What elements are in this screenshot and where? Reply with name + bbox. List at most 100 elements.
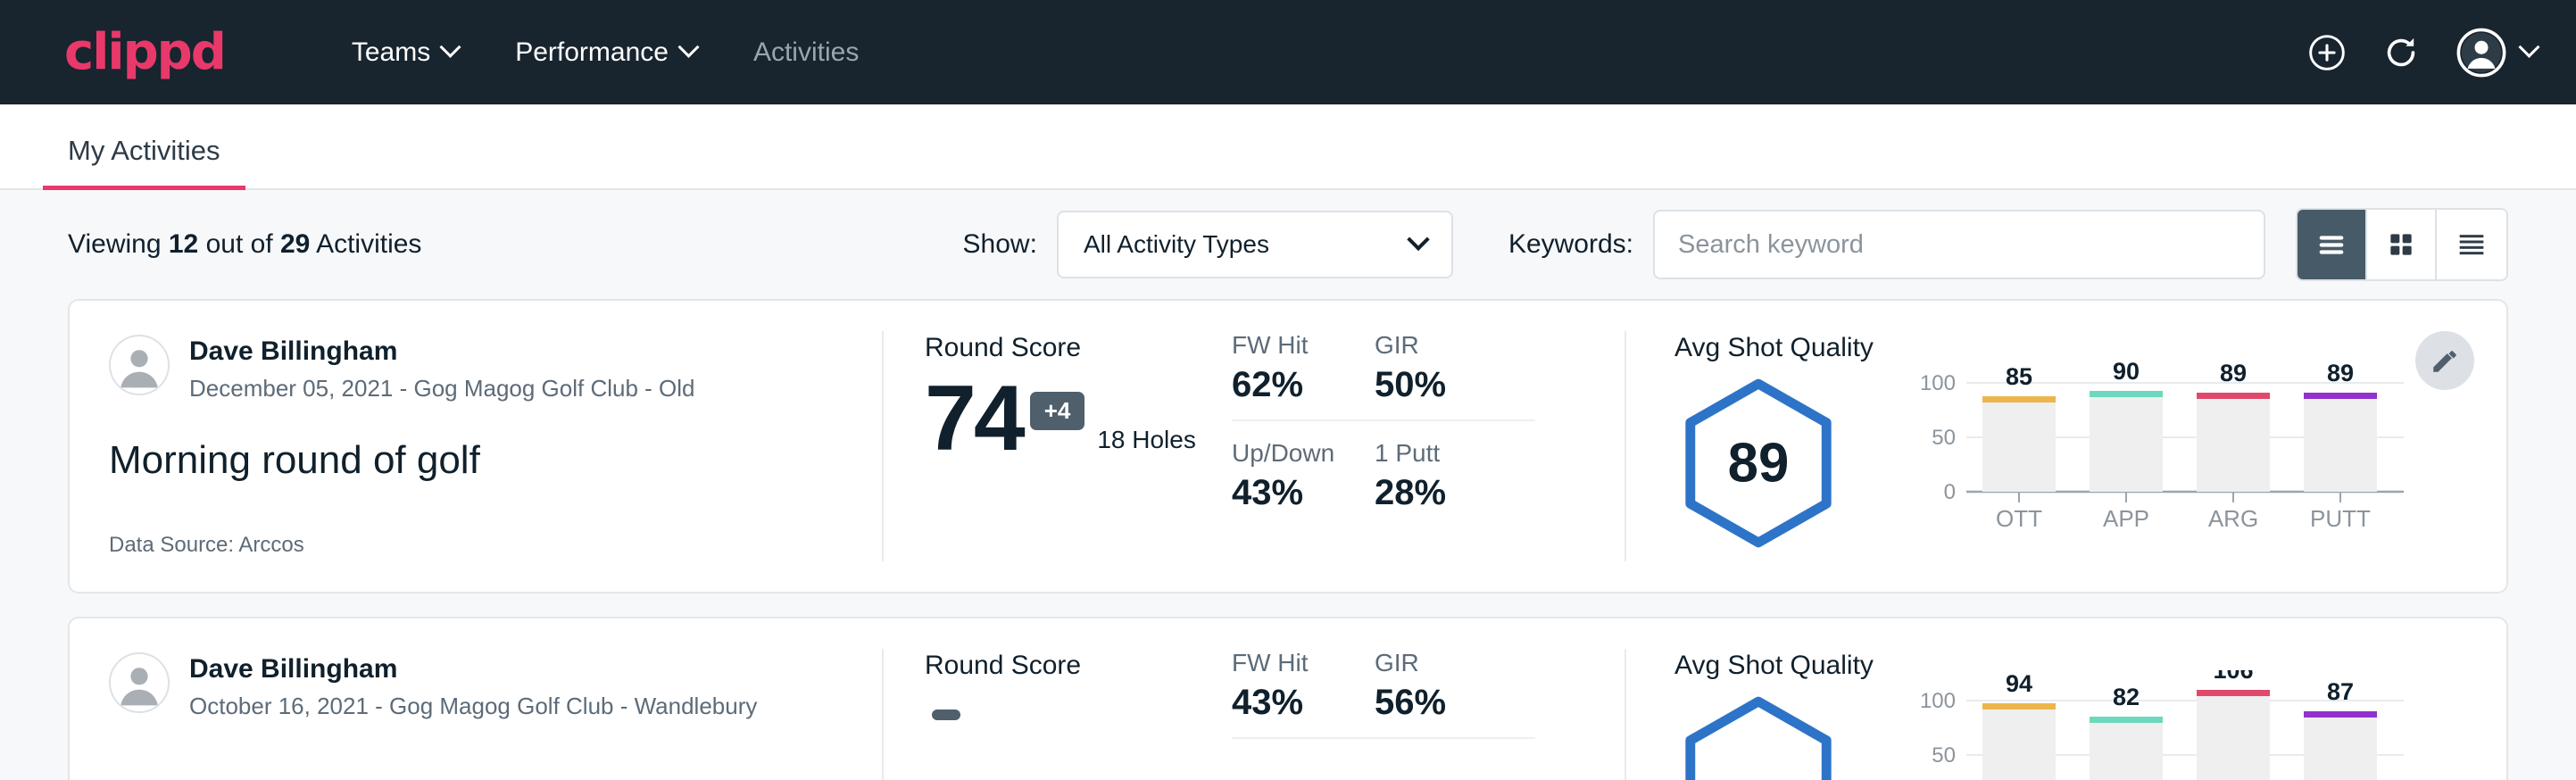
- y-tick-100: 100: [1920, 689, 1956, 713]
- stat-value: 43%: [1232, 473, 1375, 513]
- chevron-down-icon: [2518, 37, 2539, 58]
- plus-circle-icon: [2307, 33, 2347, 72]
- bar-cap-putt: [2304, 711, 2377, 718]
- bar-arg: [2197, 396, 2270, 492]
- avatar: [109, 335, 170, 395]
- y-tick-0: 0: [1944, 480, 1956, 504]
- activity-meta: October 16, 2021 - Gog Magog Golf Club -…: [189, 693, 757, 720]
- chevron-down-icon: [1407, 228, 1429, 251]
- nav-item-teams[interactable]: Teams: [323, 37, 486, 68]
- bar-value-arg: 106: [2213, 670, 2253, 684]
- stat-up-down: Up/Down 43%: [1232, 439, 1375, 527]
- quality-score: 89: [1728, 433, 1790, 494]
- bar-arg: [2197, 693, 2270, 780]
- quality-hexagon: [1674, 693, 1874, 780]
- bar-chart: 100 50 0 85 90: [1915, 353, 2414, 540]
- activity-title: Morning round of golf: [109, 438, 843, 483]
- viewing-summary: Viewing 12 out of 29 Activities: [68, 229, 421, 260]
- score-to-par-badge: +4: [1030, 392, 1085, 430]
- bar-cap-ott: [1982, 396, 2056, 402]
- round-score-section: Round Score: [884, 618, 1232, 780]
- bar-putt: [2304, 715, 2377, 780]
- activity-type-select[interactable]: All Activity Types: [1057, 211, 1453, 278]
- x-label-app: APP: [2103, 505, 2149, 532]
- bar-app: [2090, 720, 2163, 780]
- holes-played: 18 Holes: [1097, 426, 1196, 454]
- bar-cap-app: [2090, 391, 2163, 397]
- y-tick-50: 50: [1932, 743, 1956, 768]
- bar-chart: 100 50 0 94 82 106: [1915, 670, 2414, 780]
- bar-cap-putt: [2304, 393, 2377, 399]
- account-menu[interactable]: [2456, 27, 2537, 79]
- nav-item-label: Teams: [352, 37, 430, 68]
- view-mode-grid[interactable]: [2367, 210, 2437, 279]
- stat-gir: GIR 56%: [1375, 649, 1535, 739]
- grid-view-icon: [2383, 227, 2419, 262]
- top-navbar: clippd Teams Performance Activities: [0, 0, 2576, 104]
- bar-value-arg: 89: [2220, 360, 2247, 386]
- bar-cap-ott: [1982, 703, 2056, 709]
- viewing-count: 12: [169, 229, 198, 259]
- brand-logo[interactable]: clippd: [64, 23, 225, 81]
- stat-fw-hit: FW Hit 43%: [1232, 649, 1375, 739]
- viewing-mid: out of: [206, 229, 273, 259]
- activity-info: Dave Billingham October 16, 2021 - Gog M…: [70, 618, 882, 780]
- tab-bar: My Activities: [0, 104, 2576, 190]
- bar-cap-arg: [2197, 690, 2270, 696]
- tab-label: My Activities: [68, 135, 220, 166]
- nav-item-performance[interactable]: Performance: [486, 37, 725, 68]
- stats-section: FW Hit 43% GIR 56%: [1232, 618, 1625, 780]
- bar-value-app: 90: [2113, 358, 2140, 385]
- activity-card[interactable]: Dave Billingham October 16, 2021 - Gog M…: [68, 617, 2508, 780]
- page-body: Viewing 12 out of 29 Activities Show: Al…: [0, 190, 2576, 780]
- hexagon-icon: 89: [1674, 376, 1842, 551]
- x-label-arg: ARG: [2208, 505, 2258, 532]
- bar-ott: [1982, 707, 2056, 780]
- stat-label: 1 Putt: [1375, 439, 1535, 468]
- view-mode-compact[interactable]: [2437, 210, 2506, 279]
- list-view-icon: [2314, 227, 2349, 262]
- stat-label: Up/Down: [1232, 439, 1375, 468]
- stat-label: FW Hit: [1232, 331, 1342, 360]
- stat-value: 56%: [1375, 683, 1503, 723]
- round-score-section: Round Score 74 +4 18 Holes: [884, 301, 1232, 592]
- stat-label: FW Hit: [1232, 649, 1342, 677]
- primary-nav: Teams Performance Activities: [323, 37, 887, 68]
- user-name: Dave Billingham: [189, 336, 695, 368]
- view-mode-list[interactable]: [2298, 210, 2367, 279]
- shot-quality-chart: 100 50 0 94 82 106: [1915, 670, 2414, 780]
- stat-value: 28%: [1375, 473, 1535, 513]
- y-tick-100: 100: [1920, 371, 1956, 395]
- add-button[interactable]: [2307, 33, 2347, 72]
- stat-label: GIR: [1375, 649, 1503, 677]
- refresh-button[interactable]: [2381, 32, 2422, 73]
- stat-one-putt: 1 Putt 28%: [1375, 439, 1535, 527]
- user-text: Dave Billingham October 16, 2021 - Gog M…: [189, 652, 757, 720]
- bar-putt: [2304, 396, 2377, 492]
- bar-cap-app: [2090, 717, 2163, 723]
- stats-grid: FW Hit 62% GIR 50% Up/Down 43% 1 Putt 28…: [1232, 331, 1625, 527]
- activity-user: Dave Billingham December 05, 2021 - Gog …: [109, 335, 843, 402]
- stat-fw-hit: FW Hit 62%: [1232, 331, 1375, 421]
- filter-bar: Viewing 12 out of 29 Activities Show: Al…: [68, 190, 2508, 299]
- round-score-label: Round Score: [925, 333, 1232, 363]
- quality-hexagon: 89: [1674, 376, 1874, 555]
- stat-value: 62%: [1232, 365, 1342, 405]
- edit-activity-button[interactable]: [2415, 331, 2474, 390]
- user-avatar-icon: [111, 336, 168, 394]
- round-score-row: [925, 690, 1232, 751]
- stat-value: 50%: [1375, 365, 1503, 405]
- activity-card[interactable]: Dave Billingham December 05, 2021 - Gog …: [68, 299, 2508, 593]
- quality-hex-block: Avg Shot Quality: [1674, 651, 1874, 780]
- tab-my-activities[interactable]: My Activities: [43, 135, 245, 188]
- bar-value-putt: 89: [2327, 360, 2354, 386]
- shot-quality-chart: 100 50 0 85 90: [1915, 353, 2414, 592]
- search-input[interactable]: [1653, 210, 2265, 279]
- y-tick-50: 50: [1932, 426, 1956, 450]
- avg-shot-quality-section: Avg Shot Quality 100 50 0: [1626, 618, 2506, 780]
- activity-user: Dave Billingham October 16, 2021 - Gog M…: [109, 652, 843, 720]
- nav-item-activities[interactable]: Activities: [725, 37, 887, 68]
- chevron-down-icon: [440, 37, 461, 58]
- hexagon-icon: [1674, 693, 1842, 780]
- activity-meta: December 05, 2021 - Gog Magog Golf Club …: [189, 375, 695, 402]
